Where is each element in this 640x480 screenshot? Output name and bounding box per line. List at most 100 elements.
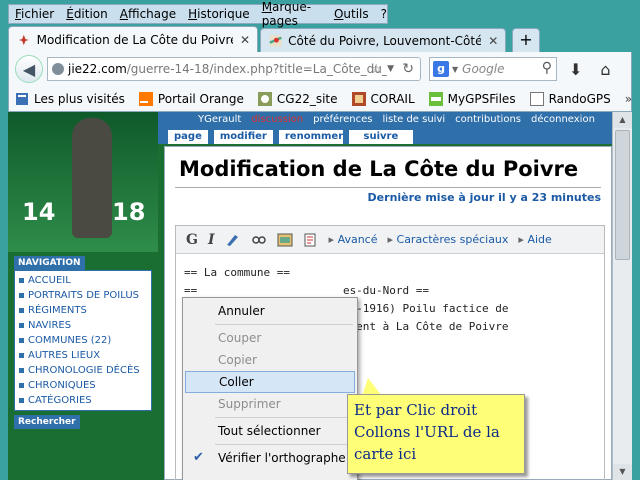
- scroll-up-icon[interactable]: ▲: [613, 112, 632, 128]
- sidebar-item-label: CHRONOLOGIE DÉCÈS: [28, 365, 140, 376]
- callout-line: carte ici: [354, 445, 417, 463]
- menu-marque-pages[interactable]: Marque-pages: [262, 0, 322, 28]
- checkmark-icon: ✔: [193, 450, 204, 465]
- link-icon[interactable]: [251, 233, 267, 247]
- sidebar-item-communes[interactable]: COMMUNES (22): [19, 333, 147, 348]
- ctx-select-all[interactable]: Tout sélectionner: [185, 420, 355, 442]
- dropdown-icon[interactable]: ▼: [452, 65, 458, 74]
- sidebar-item-accueil[interactable]: ACCUEIL: [19, 273, 147, 288]
- pen-icon[interactable]: [225, 233, 241, 247]
- vertical-scrollbar[interactable]: ▲ ▼: [612, 112, 632, 480]
- bookmark-star-icon[interactable]: ☆: [370, 62, 382, 77]
- bullet-icon: [19, 293, 24, 298]
- sidebar-item-navires[interactable]: NAVIRES: [19, 318, 147, 333]
- nav-heading: NAVIGATION: [14, 256, 85, 270]
- help-menu[interactable]: Aide: [518, 233, 551, 246]
- special-chars-menu[interactable]: Caractères spéciaux: [387, 233, 509, 246]
- menu-historique[interactable]: Historique: [188, 7, 250, 21]
- bullet-icon: [19, 278, 24, 283]
- italic-button[interactable]: I: [208, 232, 215, 248]
- divider: [215, 324, 353, 325]
- randogps-icon: [529, 91, 544, 106]
- logo-year-left: 14: [22, 198, 56, 226]
- sidebar-item-categories[interactable]: CATÉGORIES: [19, 393, 147, 408]
- download-icon[interactable]: ⬇: [569, 60, 582, 79]
- ctx-delete: Supprimer: [218, 397, 281, 411]
- ctx-cut: Couper: [218, 331, 262, 345]
- ctx-paste[interactable]: Coller: [185, 371, 355, 393]
- tab-edit-page[interactable]: Modification de La Côte du Poivre - L...…: [8, 26, 258, 52]
- reload-icon[interactable]: ↻: [402, 61, 414, 77]
- sidebar-item-label: AUTRES LIEUX: [28, 350, 101, 361]
- bullet-icon: [19, 353, 24, 358]
- menu-help[interactable]: ?: [381, 7, 387, 21]
- bullet-icon: [19, 308, 24, 313]
- sidebar-item-label: NAVIRES: [28, 320, 72, 331]
- image-icon[interactable]: [277, 233, 293, 247]
- scroll-down-icon[interactable]: ▼: [613, 464, 632, 480]
- user-link-preferences[interactable]: préférences: [313, 114, 372, 125]
- user-link-discussion[interactable]: discussion: [251, 114, 303, 125]
- sidebar-item-autres-lieux[interactable]: AUTRES LIEUX: [19, 348, 147, 363]
- bookmark-mygpsfiles[interactable]: MyGPSFiles: [428, 91, 516, 106]
- sidebar-item-label: CHRONIQUES: [28, 380, 96, 391]
- bookmark-cg22[interactable]: CG22_site: [257, 91, 338, 106]
- tab-title: Côté du Poivre, Louvemont-Côté-du-P...: [288, 33, 482, 48]
- most-visited-icon: [16, 92, 28, 105]
- menu-affichage[interactable]: Affichage: [120, 7, 176, 21]
- sidebar-item-chroniques[interactable]: CHRONIQUES: [19, 378, 147, 393]
- search-box[interactable]: g ▼ Google ⚲: [429, 57, 557, 81]
- bullet-icon: [19, 368, 24, 373]
- url-bar[interactable]: jie22.com /guerre-14-18/index.php?title=…: [47, 57, 421, 81]
- tab-suivre[interactable]: suivre: [348, 130, 413, 144]
- chevron-right-icon[interactable]: »: [625, 92, 632, 106]
- user-link-contributions[interactable]: contributions: [455, 114, 521, 125]
- sidebar-item-label: RÉGIMENTS: [28, 305, 87, 316]
- back-button[interactable]: ◀: [15, 55, 43, 83]
- user-bar: YGerault discussion préférences liste de…: [158, 112, 612, 126]
- home-icon[interactable]: ⌂: [600, 60, 610, 79]
- close-icon[interactable]: ✕: [239, 33, 251, 47]
- tab-map[interactable]: Côté du Poivre, Louvemont-Côté-du-P... ✕: [260, 28, 506, 52]
- sidebar-item-chronologie[interactable]: CHRONOLOGIE DÉCÈS: [19, 363, 147, 378]
- scroll-thumb[interactable]: [615, 130, 630, 260]
- ctx-spellcheck[interactable]: ✔ Vérifier l'orthographe: [185, 447, 355, 469]
- user-link-logout[interactable]: déconnexion: [531, 114, 595, 125]
- bullet-icon: [19, 398, 24, 403]
- dropdown-icon[interactable]: ▼: [387, 64, 394, 74]
- sidebar-item-label: ACCUEIL: [28, 275, 71, 286]
- menu-outils[interactable]: Outils: [334, 7, 369, 21]
- tab-modifier[interactable]: modifier: [213, 130, 273, 144]
- corail-icon: [351, 91, 366, 106]
- sidebar-item-portraits[interactable]: PORTRAITS DE POILUS: [19, 288, 147, 303]
- bullet-icon: [19, 383, 24, 388]
- callout-line: Collons l'URL de la: [354, 423, 500, 441]
- user-name-link[interactable]: YGerault: [198, 114, 241, 125]
- context-menu: Annuler Couper Copier Coller Supprimer T…: [182, 297, 358, 480]
- orange-icon: [138, 91, 153, 106]
- bookmarks-bar: Les plus visités Portail Orange CG22_sit…: [8, 86, 632, 112]
- tab-page[interactable]: page: [168, 130, 208, 144]
- close-icon[interactable]: ✕: [487, 34, 499, 48]
- bookmark-most-visited[interactable]: Les plus visités: [15, 92, 125, 106]
- menu-fichier[interactable]: Fichier: [15, 7, 54, 21]
- advanced-menu[interactable]: Avancé: [329, 233, 378, 246]
- tab-renommer[interactable]: renommer: [278, 130, 343, 144]
- menu-edition[interactable]: Édition: [66, 7, 108, 21]
- site-logo[interactable]: 14 18: [8, 112, 158, 252]
- user-link-watchlist[interactable]: liste de suivi: [382, 114, 445, 125]
- ctx-undo[interactable]: Annuler: [185, 300, 355, 322]
- mygps-icon: [428, 91, 443, 106]
- bookmark-randogps[interactable]: RandoGPS: [529, 91, 611, 106]
- bookmark-corail[interactable]: CORAIL: [351, 91, 415, 106]
- url-path: /guerre-14-18/index.php?title=La_Côte_du…: [126, 62, 387, 76]
- search-icon[interactable]: ⚲: [542, 60, 552, 76]
- bold-button[interactable]: G: [186, 232, 198, 248]
- reference-icon[interactable]: [303, 233, 319, 247]
- new-tab-button[interactable]: +: [512, 28, 540, 52]
- bookmark-orange[interactable]: Portail Orange: [138, 91, 244, 106]
- sidebar-item-regiments[interactable]: RÉGIMENTS: [19, 303, 147, 318]
- ctx-spellcheck-label: Vérifier l'orthographe: [218, 451, 346, 465]
- bullet-icon: [19, 338, 24, 343]
- sidebar-item-label: CATÉGORIES: [28, 395, 92, 406]
